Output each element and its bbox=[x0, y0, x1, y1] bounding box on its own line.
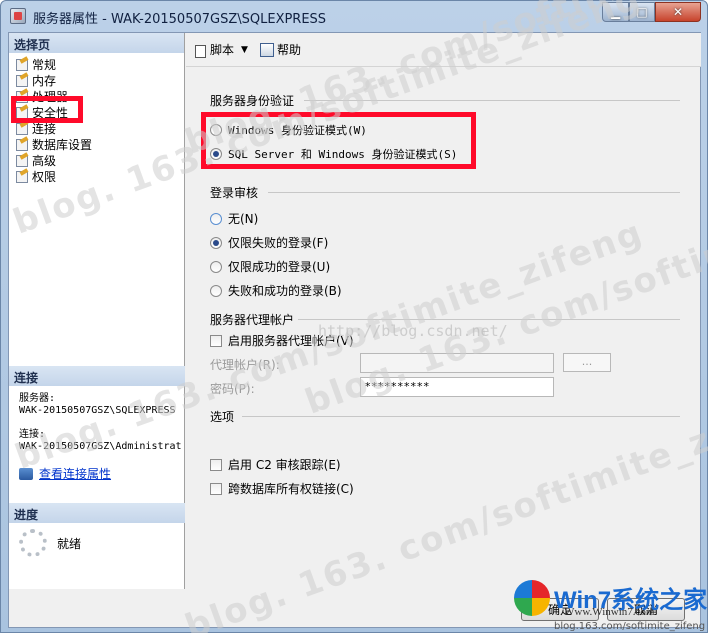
progress-spinner-icon bbox=[19, 529, 47, 557]
script-button[interactable]: 脚本 ▼ bbox=[190, 39, 253, 60]
page-icon bbox=[15, 58, 29, 71]
maximize-button[interactable]: □ bbox=[629, 2, 655, 22]
audit-none-radio[interactable] bbox=[210, 212, 222, 225]
page-icon bbox=[15, 74, 29, 87]
progress-status: 就绪 bbox=[19, 529, 81, 557]
proxy-account-label: 代理帐户(R): bbox=[210, 358, 280, 372]
auth-highlight-box bbox=[201, 112, 476, 169]
app-icon bbox=[10, 8, 26, 24]
divider bbox=[304, 100, 680, 101]
audit-success-radio[interactable] bbox=[210, 260, 222, 273]
options-title: 选项 bbox=[210, 410, 235, 424]
windows-logo-icon bbox=[514, 580, 550, 616]
server-label: 服务器: bbox=[19, 393, 56, 404]
close-button[interactable]: ✕ bbox=[655, 2, 701, 22]
dropdown-arrow-icon[interactable]: ▼ bbox=[241, 45, 248, 55]
audit-none-option[interactable]: 无(N) bbox=[210, 210, 258, 227]
server-auth-title: 服务器身份验证 bbox=[210, 94, 295, 108]
page-item-permissions[interactable]: 权限 bbox=[15, 168, 184, 184]
script-icon bbox=[193, 43, 207, 58]
audit-none-label: 无(N) bbox=[228, 212, 259, 226]
window-title: 服务器属性 - WAK-20150507GSZ\SQLEXPRESS bbox=[33, 12, 327, 27]
dialog-client-area: 选择页 常规 内存 处理器 安全性 连接 数据库设置 高级 权限 连接 服务器:… bbox=[8, 32, 701, 628]
select-page-header: 选择页 bbox=[9, 33, 184, 53]
page-icon bbox=[15, 154, 29, 167]
connection-properties-icon bbox=[19, 467, 33, 480]
page-label: 高级 bbox=[32, 153, 57, 168]
script-label: 脚本 bbox=[210, 43, 235, 57]
view-connection-properties-link[interactable]: 查看连接属性 bbox=[39, 465, 111, 482]
page-item-advanced[interactable]: 高级 bbox=[15, 152, 184, 168]
login-audit-title: 登录审核 bbox=[210, 186, 259, 200]
divider bbox=[242, 416, 680, 417]
connection-value: WAK-20150507GSZ\Administrat bbox=[19, 441, 182, 452]
help-label: 帮助 bbox=[276, 43, 301, 57]
server-value: WAK-20150507GSZ\SQLEXPRESS bbox=[19, 405, 176, 416]
toolbar: 脚本 ▼ 帮助 bbox=[186, 33, 701, 67]
password-field[interactable]: ********** bbox=[360, 377, 554, 397]
page-item-database-settings[interactable]: 数据库设置 bbox=[15, 136, 184, 152]
page-label: 内存 bbox=[32, 73, 57, 88]
proxy-browse-button[interactable]: ... bbox=[563, 353, 611, 372]
audit-success-label: 仅限成功的登录(U) bbox=[228, 260, 331, 274]
audit-success-option[interactable]: 仅限成功的登录(U) bbox=[210, 258, 330, 275]
help-icon bbox=[259, 42, 274, 57]
cross-db-chaining-option[interactable]: 跨数据库所有权链接(C) bbox=[210, 480, 354, 497]
maximize-icon: □ bbox=[636, 5, 648, 19]
page-item-general[interactable]: 常规 bbox=[15, 56, 184, 72]
server-properties-window: 服务器属性 - WAK-20150507GSZ\SQLEXPRESS ▁ □ ✕… bbox=[0, 0, 708, 633]
minimize-icon: ▁ bbox=[610, 5, 621, 19]
audit-failed-label: 仅限失败的登录(F) bbox=[228, 236, 329, 250]
page-icon bbox=[15, 122, 29, 135]
c2-audit-option[interactable]: 启用 C2 审核跟踪(E) bbox=[210, 456, 341, 473]
enable-proxy-option[interactable]: 启用服务器代理帐户(V) bbox=[210, 332, 354, 349]
password-label: 密码(P): bbox=[210, 382, 255, 396]
c2-audit-checkbox[interactable] bbox=[210, 458, 222, 471]
title-bar[interactable]: 服务器属性 - WAK-20150507GSZ\SQLEXPRESS ▁ □ ✕ bbox=[1, 1, 707, 31]
page-item-memory[interactable]: 内存 bbox=[15, 72, 184, 88]
logo-url-text: blog.163.com/softimite_zifeng bbox=[554, 621, 706, 632]
connection-info: 服务器: WAK-20150507GSZ\SQLEXPRESS 连接: WAK-… bbox=[19, 393, 182, 453]
audit-both-option[interactable]: 失败和成功的登录(B) bbox=[210, 282, 342, 299]
view-connection-properties[interactable]: 查看连接属性 bbox=[19, 465, 111, 482]
close-icon: ✕ bbox=[672, 5, 684, 19]
audit-both-label: 失败和成功的登录(B) bbox=[228, 284, 342, 298]
connection-label: 连接: bbox=[19, 429, 46, 440]
audit-both-radio[interactable] bbox=[210, 284, 222, 297]
help-button[interactable]: 帮助 bbox=[257, 39, 304, 60]
page-icon bbox=[15, 170, 29, 183]
divider bbox=[298, 319, 680, 320]
page-label: 数据库设置 bbox=[32, 137, 93, 152]
progress-header: 进度 bbox=[9, 503, 185, 523]
connection-header: 连接 bbox=[9, 366, 185, 386]
proxy-account-field[interactable] bbox=[360, 353, 554, 373]
logo-sub-text: Www.Winwin7.com bbox=[564, 606, 655, 618]
security-page: 服务器身份验证 Windows 身份验证模式(W) SQL Server 和 W… bbox=[186, 68, 701, 588]
proxy-account-title: 服务器代理帐户 bbox=[210, 313, 295, 327]
page-icon bbox=[15, 138, 29, 151]
audit-failed-option[interactable]: 仅限失败的登录(F) bbox=[210, 234, 328, 251]
left-pane: 选择页 常规 内存 处理器 安全性 连接 数据库设置 高级 权限 连接 服务器:… bbox=[9, 33, 185, 589]
audit-failed-radio[interactable] bbox=[210, 236, 222, 249]
minimize-button[interactable]: ▁ bbox=[602, 2, 629, 22]
page-label: 权限 bbox=[32, 169, 57, 184]
cross-db-chaining-checkbox[interactable] bbox=[210, 482, 222, 495]
divider bbox=[268, 192, 680, 193]
win7-logo: Win7系统之家 Www.Winwin7.com blog.163.com/so… bbox=[514, 580, 707, 632]
page-label: 常规 bbox=[32, 57, 57, 72]
security-highlight-box bbox=[11, 96, 83, 123]
c2-audit-label: 启用 C2 审核跟踪(E) bbox=[228, 458, 341, 472]
enable-proxy-checkbox[interactable] bbox=[210, 334, 222, 347]
enable-proxy-label: 启用服务器代理帐户(V) bbox=[228, 334, 354, 348]
cross-db-chaining-label: 跨数据库所有权链接(C) bbox=[228, 482, 354, 496]
progress-status-text: 就绪 bbox=[57, 536, 82, 551]
